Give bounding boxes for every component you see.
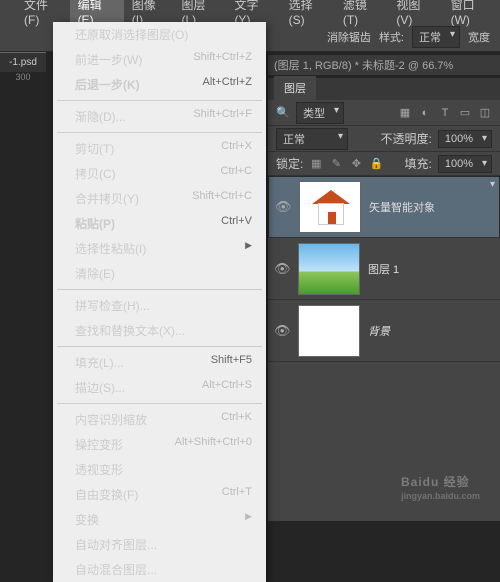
lock-pixels-icon[interactable]: ✎ [329,157,343,170]
menu-item: 描边(S)...Alt+Ctrl+S [53,375,266,400]
menu-item[interactable]: 选择(S) [281,0,335,30]
menu-item: 内容识别缩放Ctrl+K [53,407,266,432]
opacity-value[interactable]: 100% [438,130,492,148]
edit-menu-dropdown: 还原取消选择图层(O)前进一步(W)Shift+Ctrl+Z后退一步(K)Alt… [53,22,266,582]
filter-shape-icon[interactable]: ▭ [458,106,472,120]
layer-list: 👁 矢量智能对象 👁 图层 1 👁 背景 [268,176,500,362]
watermark: Baidu 经验 jingyan.baidu.com [401,470,480,501]
tab-layers[interactable]: 图层 [274,76,316,100]
menu-item: 自由变换(F)Ctrl+T [53,482,266,507]
menu-item: 清除(E) [53,261,266,286]
layer-thumbnail[interactable] [298,243,360,295]
blend-mode-select[interactable]: 正常 [276,128,348,150]
layer-row[interactable]: 👁 矢量智能对象 [268,176,500,238]
ruler-mark: 300 [0,72,46,86]
panel-tabs: 图层 [268,78,500,100]
menu-item[interactable]: 填充(L)...Shift+F5 [53,350,266,375]
menu-item: 透视变形 [53,457,266,482]
layer-thumbnail[interactable] [299,181,361,233]
filter-type-icon[interactable]: T [438,106,452,120]
layer-row[interactable]: 👁 背景 [268,300,500,362]
width-label: 宽度 [468,29,490,45]
visibility-icon[interactable]: 👁 [274,261,290,277]
watermark-brand: Baidu 经验 [401,475,470,489]
menu-item[interactable]: 滤镜(T) [335,0,389,30]
menu-item[interactable]: 还原取消选择图层(O) [53,22,266,47]
layer-row[interactable]: 👁 图层 1 [268,238,500,300]
visibility-icon[interactable]: 👁 [275,199,291,215]
lock-trans-icon[interactable]: ▦ [309,157,323,170]
kind-select[interactable]: 类型 [296,102,344,124]
blend-row: 正常 不透明度: 100% [268,126,500,152]
layers-panel: 图层 🔍 类型 ▦ ◐ T ▭ ◫ 正常 不透明度: 100% 锁定: ▦ ✎ … [268,78,500,521]
layer-filter-row: 🔍 类型 ▦ ◐ T ▭ ◫ [268,100,500,126]
menu-item: 查找和替换文本(X)... [53,318,266,343]
menu-item: 变换 [53,507,266,532]
layer-name: 图层 1 [368,261,399,277]
fill-label: 填充: [405,155,432,172]
lock-row: 锁定: ▦ ✎ ✥ 🔒 填充: 100% [268,152,500,176]
lock-label: 锁定: [276,155,303,172]
menu-item: 自动对齐图层... [53,532,266,557]
document-tabs[interactable]: (图层 1, RGB/8) * 未标题-2 @ 66.7% [268,55,500,75]
style-label: 样式: [379,29,404,45]
menu-item: 拷贝(C)Ctrl+C [53,161,266,186]
antialias-label: 消除锯齿 [327,29,371,45]
style-select[interactable]: 正常 [412,26,460,48]
menu-item[interactable]: 后退一步(K)Alt+Ctrl+Z [53,72,266,97]
visibility-icon[interactable]: 👁 [274,323,290,339]
search-icon: 🔍 [276,106,290,120]
menu-item: 自动混合图层... [53,557,266,582]
menu-item: 拼写检查(H)... [53,293,266,318]
layer-name: 矢量智能对象 [369,199,435,215]
fill-value[interactable]: 100% [438,155,492,173]
menu-item: 前进一步(W)Shift+Ctrl+Z [53,47,266,72]
filter-pixel-icon[interactable]: ▦ [398,106,412,120]
layer-thumbnail[interactable] [298,305,360,357]
lock-all-icon[interactable]: 🔒 [369,157,383,170]
menu-item: 操控变形Alt+Shift+Ctrl+0 [53,432,266,457]
menu-item: 渐隐(D)...Shift+Ctrl+F [53,104,266,129]
menu-item: 剪切(T)Ctrl+X [53,136,266,161]
layer-name: 背景 [368,323,390,339]
filter-adjust-icon[interactable]: ◐ [418,106,432,120]
menubar: 文件(F)编辑(E)图像(I)图层(L)文字(Y)选择(S)滤镜(T)视图(V)… [0,0,500,22]
filter-smart-icon[interactable]: ◫ [478,106,492,120]
menu-item[interactable]: 粘贴(P)Ctrl+V [53,211,266,236]
document-tab-left[interactable]: -1.psd [0,52,46,72]
watermark-url: jingyan.baidu.com [401,491,480,501]
opacity-label: 不透明度: [381,130,432,147]
lock-position-icon[interactable]: ✥ [349,157,363,170]
menu-item: 合并拷贝(Y)Shift+Ctrl+C [53,186,266,211]
menu-item[interactable]: 选择性粘贴(I) [53,236,266,261]
